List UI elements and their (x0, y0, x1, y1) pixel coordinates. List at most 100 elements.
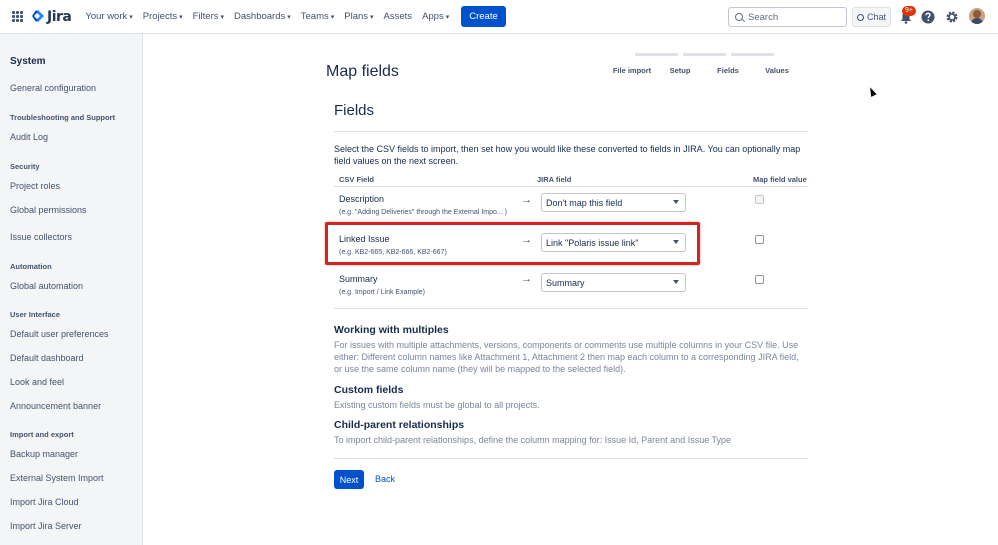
search-box[interactable] (728, 7, 847, 27)
page-title: Map fields (326, 63, 399, 80)
nav-plans[interactable]: Plans ▾ (344, 11, 373, 22)
sidebar-heading-user-interface: User Interface (10, 310, 61, 319)
step-values: Values (765, 66, 789, 75)
mouse-cursor-icon (867, 86, 877, 97)
arrow-right-icon: → (521, 194, 532, 206)
intro-text: Select the CSV fields to import, then se… (334, 144, 801, 166)
sidebar-item-default-dashboard[interactable]: Default dashboard (10, 353, 84, 363)
nav-your-work-label: Your work (85, 11, 128, 22)
jira-field-select-value: Don't map this field (546, 197, 623, 208)
sidebar-heading-security: Security (10, 162, 40, 171)
chat-icon (856, 13, 864, 21)
sidebar-item-project-roles[interactable]: Project roles (10, 181, 60, 191)
back-link[interactable]: Back (375, 474, 395, 484)
step-bar-setup (683, 53, 726, 56)
nav-assets[interactable]: Assets (384, 11, 413, 22)
step-setup: Setup (669, 66, 691, 75)
map-field-value-checkbox[interactable] (755, 275, 764, 284)
app-switcher-icon[interactable] (12, 10, 24, 23)
nav-plans-label: Plans (344, 11, 369, 22)
step-file-import: File import (612, 66, 652, 75)
chevron-down-icon (673, 280, 679, 284)
divider (334, 458, 808, 459)
nav-teams-label: Teams (300, 11, 329, 22)
info-title-child-parent: Child-parent relationships (334, 419, 465, 431)
info-title-working-with-multiples: Working with multiples (334, 324, 449, 336)
map-field-value-checkbox (755, 195, 764, 204)
next-button[interactable]: Next (334, 470, 364, 489)
top-navigation: Jira Your work ▾ Projects ▾ Filters ▾ Dashb… (0, 0, 998, 34)
chevron-down-icon (673, 200, 679, 204)
sidebar-item-external-system-import[interactable]: External System Import (10, 473, 104, 483)
chevron-down-icon: ▾ (220, 13, 225, 21)
chevron-down-icon: ▾ (370, 13, 374, 21)
sidebar-item-general-configuration[interactable]: General configuration (10, 83, 96, 93)
sidebar-item-look-and-feel[interactable]: Look and feel (10, 377, 64, 387)
sidebar-item-import-jira-cloud[interactable]: Import Jira Cloud (10, 497, 79, 507)
chevron-down-icon: ▾ (129, 13, 133, 21)
field-row-name: Summary (339, 274, 378, 284)
jira-field-select[interactable]: Summary (541, 273, 686, 292)
info-text-working-with-multiples: For issues with multiple attachments, ve… (334, 340, 799, 374)
jira-logo[interactable]: Jira (32, 8, 72, 25)
help-button[interactable] (920, 9, 936, 25)
jira-logo-icon (32, 9, 44, 22)
progress-steps: File import Setup Fields Values (612, 50, 802, 90)
nav-apps[interactable]: Apps ▾ (422, 11, 449, 22)
nav-filters[interactable]: Filters ▾ (193, 11, 224, 22)
map-field-value-checkbox[interactable] (755, 235, 764, 244)
highlight-annotation (325, 222, 700, 265)
create-button[interactable]: Create (461, 6, 506, 27)
sidebar-item-global-automation[interactable]: Global automation (10, 281, 83, 291)
sidebar-item-announcement-banner[interactable]: Announcement banner (10, 401, 101, 411)
table-header-divider (334, 186, 808, 187)
step-fields: Fields (717, 66, 739, 75)
sidebar-heading-import-export: Import and export (10, 430, 74, 439)
chevron-down-icon: ▾ (445, 13, 450, 21)
nav-your-work[interactable]: Your work ▾ (85, 11, 132, 22)
chevron-down-icon: ▾ (287, 13, 291, 21)
search-input[interactable] (748, 11, 838, 23)
divider (334, 131, 808, 132)
user-avatar[interactable] (969, 8, 985, 24)
field-row-example: (e.g. "Adding Deliveries" through the Ex… (339, 209, 507, 216)
nav-dashboards-label: Dashboards (234, 11, 286, 22)
chevron-down-icon: ▾ (179, 13, 183, 21)
sidebar-heading-automation: Automation (10, 262, 52, 271)
sidebar-heading-troubleshooting: Troubleshooting and Support (10, 113, 115, 122)
column-header-map-field-value: Map field value (753, 175, 807, 184)
nav-teams[interactable]: Teams ▾ (301, 11, 335, 22)
nav-apps-label: Apps (422, 11, 444, 22)
chat-label: Chat (866, 12, 886, 22)
notification-badge: 9+ (902, 6, 916, 16)
column-header-jira-field: JIRA field (537, 175, 572, 184)
info-text-custom-fields: Existing custom fields must be global to… (334, 400, 540, 410)
jira-field-select[interactable]: Don't map this field (541, 193, 686, 212)
info-text-child-parent: To import child-parent relationships, de… (334, 435, 732, 445)
settings-button[interactable] (944, 9, 960, 25)
sidebar-title: System (10, 56, 46, 67)
sidebar-item-issue-collectors[interactable]: Issue collectors (10, 232, 72, 242)
column-header-csv-field: CSV Field (339, 175, 375, 184)
sidebar-item-backup-manager[interactable]: Backup manager (10, 449, 78, 459)
divider (334, 308, 808, 309)
sidebar: System General configuration Troubleshoo… (0, 34, 143, 545)
nav-dashboards[interactable]: Dashboards ▾ (234, 11, 291, 22)
nav-projects[interactable]: Projects ▾ (143, 11, 183, 22)
sidebar-item-import-jira-server[interactable]: Import Jira Server (10, 521, 82, 531)
step-bar-file-import (635, 53, 678, 56)
gear-icon (946, 11, 958, 23)
jira-field-select-value: Summary (546, 277, 585, 288)
nav-projects-label: Projects (142, 11, 178, 22)
field-row-name: Description (339, 194, 385, 204)
help-icon (921, 10, 935, 24)
chevron-down-icon: ▾ (330, 13, 335, 21)
fields-heading: Fields (334, 102, 375, 119)
sidebar-item-global-permissions[interactable]: Global permissions (10, 205, 87, 215)
chat-button[interactable]: Chat (852, 7, 891, 27)
sidebar-item-default-user-preferences[interactable]: Default user preferences (10, 329, 109, 339)
jira-logo-text: Jira (47, 8, 72, 25)
search-icon (735, 13, 743, 21)
sidebar-item-audit-log[interactable]: Audit Log (10, 132, 48, 142)
field-row-example: (e.g. Import / Link Example) (339, 289, 425, 296)
